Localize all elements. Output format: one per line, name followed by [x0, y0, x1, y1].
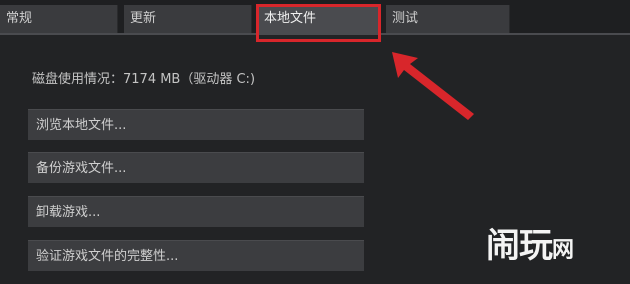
tab-label: 常规 — [6, 11, 33, 26]
tab-general[interactable]: 常规 — [0, 5, 118, 33]
disk-usage-label: 磁盘使用情况：7174 MB（驱动器 C:) — [32, 72, 256, 87]
watermark-logo: 闹玩网 — [486, 218, 574, 267]
watermark-char: 网 — [552, 237, 574, 263]
tab-updates[interactable]: 更新 — [124, 5, 252, 33]
watermark-char: 闹 — [486, 226, 520, 266]
backup-game-files-button[interactable]: 备份游戏文件... — [28, 152, 364, 183]
tab-beta[interactable]: 测试 — [386, 5, 510, 33]
tab-label: 更新 — [130, 11, 157, 26]
tab-label: 测试 — [392, 11, 419, 26]
watermark-char: 玩 — [519, 226, 553, 266]
verify-game-files-button[interactable]: 验证游戏文件的完整性... — [28, 240, 364, 271]
browse-local-files-button[interactable]: 浏览本地文件... — [28, 109, 364, 140]
uninstall-game-button[interactable]: 卸载游戏... — [28, 196, 364, 227]
highlight-box — [256, 4, 381, 42]
arrow-icon — [392, 52, 474, 120]
